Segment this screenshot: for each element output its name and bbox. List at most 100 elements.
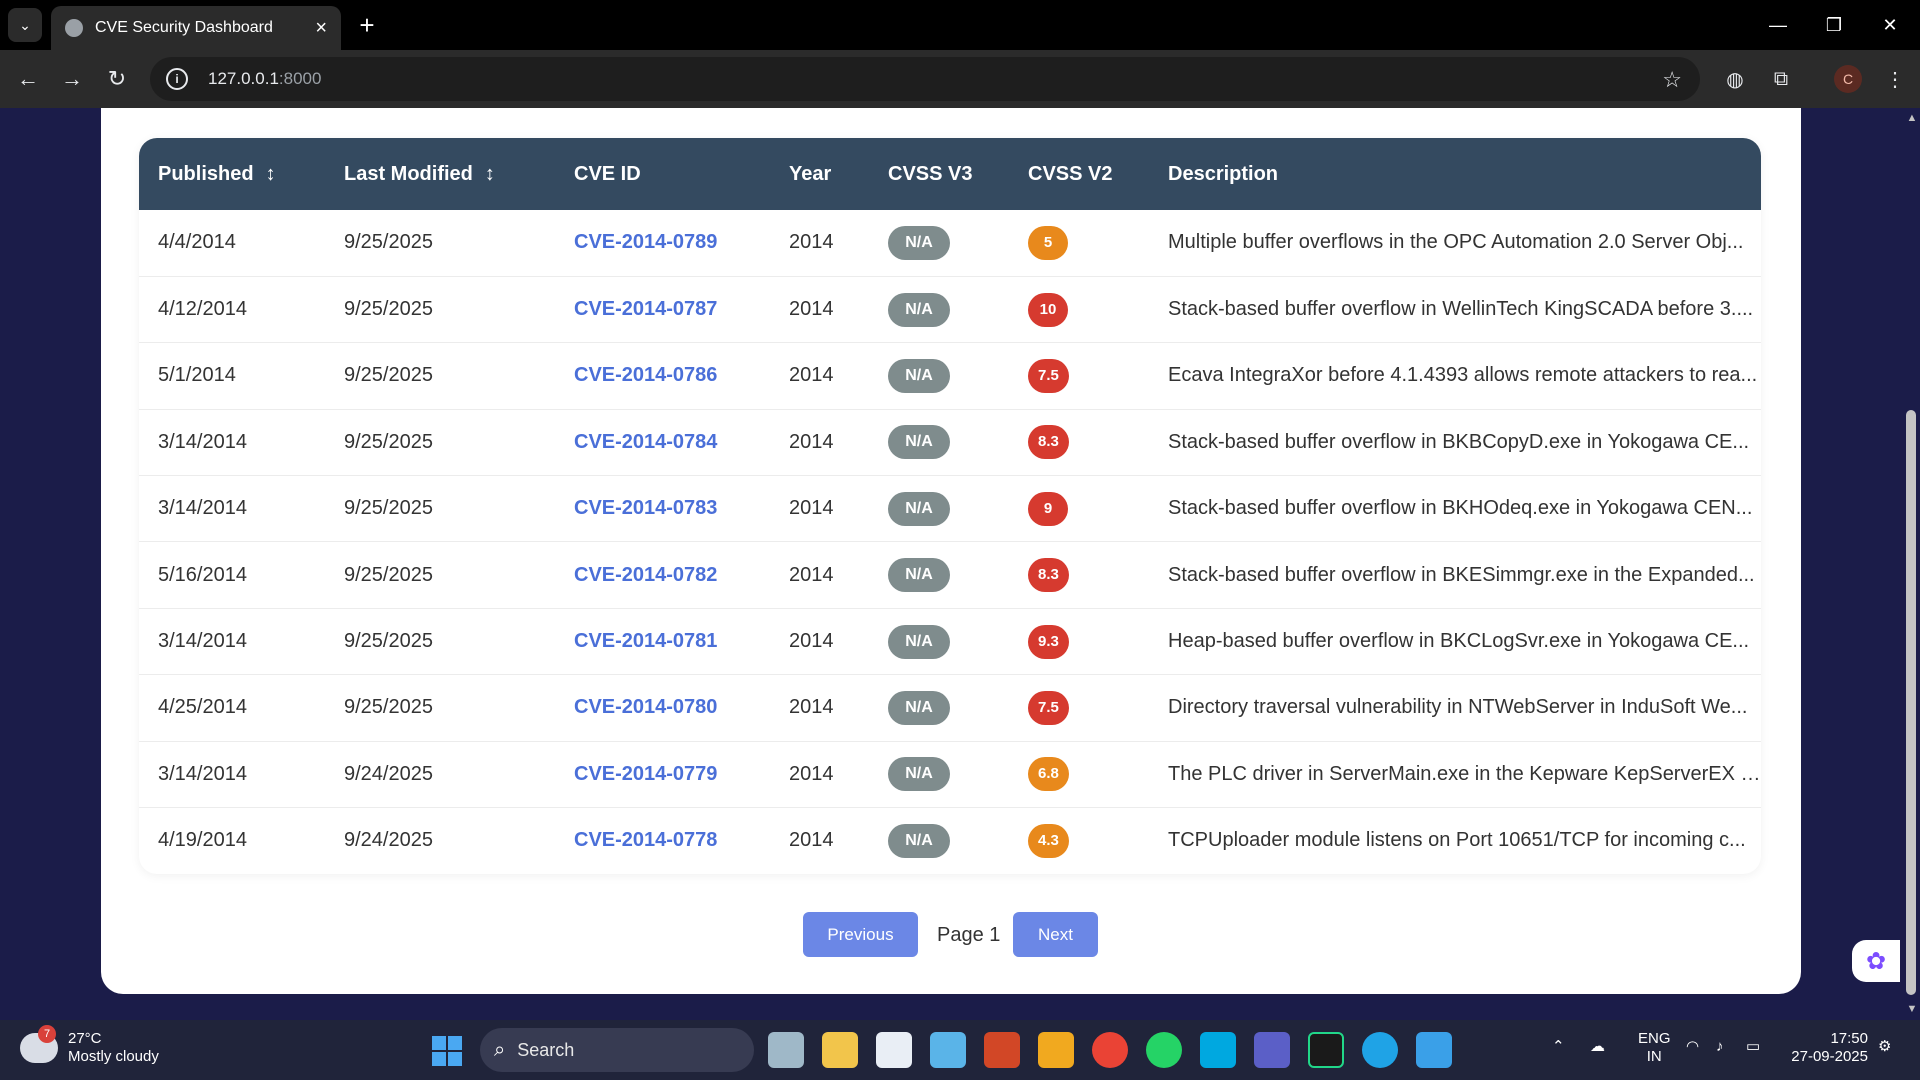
globe-icon[interactable]: ◍	[1720, 64, 1750, 94]
browser-toolbar: ← → ↻ i 127.0.0.1 :8000 ☆ ◍ ⧉ ⋮	[0, 50, 1920, 108]
cvss-v2-badge: 8.3	[1028, 558, 1069, 593]
scroll-up-icon[interactable]: ▲	[1905, 112, 1919, 126]
modified-cell: 9/25/2025	[344, 430, 433, 453]
window-close-icon[interactable]: ✕	[1862, 0, 1918, 50]
next-button[interactable]: Next	[1013, 912, 1098, 957]
cve-id-link[interactable]: CVE-2014-0786	[555, 343, 770, 409]
cvss-v2-cell: 10	[1009, 276, 1149, 342]
description-cell: Stack-based buffer overflow in BKESimmgr…	[1168, 563, 1755, 586]
notepad-icon[interactable]	[1416, 1032, 1452, 1068]
info-icon[interactable]: i	[166, 68, 188, 90]
page-indicator: Page 1	[937, 924, 1001, 946]
cve-id-link[interactable]: CVE-2014-0781	[555, 608, 770, 674]
table-body: 4/4/2014 9/25/2025 CVE-2014-0789 2014 N/A 5 Mu…	[139, 210, 1761, 874]
col-year: Year	[789, 162, 832, 185]
store-icon[interactable]	[876, 1032, 912, 1068]
modified-cell: 9/25/2025	[344, 696, 433, 719]
year-cell: 2014	[789, 430, 834, 453]
cvss-v2-cell: 8.3	[1009, 409, 1149, 475]
battery-icon[interactable]: ▭	[1746, 1038, 1760, 1056]
table-row: 3/14/2014 9/24/2025 CVE-2014-0779 2014 N/A 6.…	[139, 741, 1761, 808]
table-row: 3/14/2014 9/25/2025 CVE-2014-0783 2014 N/A 9 S…	[139, 476, 1761, 542]
sort-icon[interactable]: ↕	[266, 163, 276, 185]
published-cell: 3/14/2014	[158, 630, 247, 653]
arrow-left-icon[interactable]: ←	[12, 63, 44, 95]
reload-icon[interactable]: ↻	[101, 63, 133, 95]
weather-widget[interactable]: 7 27°C Mostly cloudy	[20, 1025, 159, 1066]
table-header-row: Published ↕ Last Modified ↕ CVE ID Year CV…	[139, 138, 1761, 210]
canva-icon[interactable]	[1200, 1032, 1236, 1068]
plus-icon[interactable]: +	[352, 10, 382, 40]
more-vert-icon[interactable]: ⋮	[1880, 64, 1910, 94]
minimize-icon[interactable]: —	[1750, 0, 1806, 50]
notifications-icon[interactable]: ⚙	[1878, 1038, 1891, 1056]
cve-id-link[interactable]: CVE-2014-0780	[555, 675, 770, 741]
cve-table: Published ↕ Last Modified ↕ CVE ID Year CV…	[139, 138, 1761, 874]
medal-icon[interactable]	[1038, 1032, 1074, 1068]
puzzle-icon[interactable]: ⧉	[1766, 64, 1796, 94]
previous-button[interactable]: Previous	[803, 912, 918, 957]
cvss-v3-badge: N/A	[888, 292, 950, 327]
avatar[interactable]: C	[1834, 65, 1862, 93]
modified-cell: 9/25/2025	[344, 563, 433, 586]
published-cell: 5/16/2014	[158, 563, 247, 586]
onedrive-icon[interactable]: ☁	[1590, 1038, 1605, 1056]
pycharm-icon[interactable]	[1308, 1032, 1344, 1068]
weather-temp: 27°C	[68, 1030, 102, 1047]
cloud-icon: 7	[20, 1025, 58, 1063]
clock[interactable]: 17:50 27-09-2025	[1784, 1030, 1868, 1066]
pagination: Previous Page 1 Next	[0, 912, 1920, 960]
table-row: 5/1/2014 9/25/2025 CVE-2014-0786 2014 N/A 7.5…	[139, 343, 1761, 410]
year-cell: 2014	[789, 829, 834, 852]
cvss-v3-cell: N/A	[869, 210, 1009, 276]
cvss-v2-badge: 6.8	[1028, 757, 1069, 792]
m365-icon[interactable]	[930, 1032, 966, 1068]
cve-id-link[interactable]: CVE-2014-0783	[555, 476, 770, 542]
scroll-down-icon[interactable]: ▼	[1905, 1003, 1919, 1017]
col-last-modified[interactable]: Last Modified ↕	[325, 138, 555, 210]
published-cell: 4/12/2014	[158, 298, 247, 321]
file-explorer-icon[interactable]	[822, 1032, 858, 1068]
col-description: Description	[1168, 162, 1279, 185]
chevron-down-icon[interactable]: ⌄	[8, 8, 42, 42]
cvss-v3-badge: N/A	[888, 225, 950, 260]
star-icon[interactable]: ☆	[1662, 67, 1682, 93]
powerpoint-icon[interactable]	[984, 1032, 1020, 1068]
browser-tab[interactable]: CVE Security Dashboard ×	[51, 6, 341, 50]
wifi-icon[interactable]: ◠	[1686, 1038, 1699, 1056]
edge-icon[interactable]	[1362, 1032, 1398, 1068]
cve-id-link[interactable]: CVE-2014-0778	[555, 808, 770, 874]
task-view-icon[interactable]	[768, 1032, 804, 1068]
weather-badge: 7	[38, 1025, 56, 1043]
windows-taskbar: 7 27°C Mostly cloudy ⌕ Search ⌃ ☁ ENG IN…	[0, 1020, 1920, 1080]
restore-icon[interactable]: ❐	[1806, 0, 1862, 50]
col-published[interactable]: Published ↕	[139, 138, 325, 210]
cvss-v3-cell: N/A	[869, 276, 1009, 342]
cvss-v3-badge: N/A	[888, 757, 950, 792]
address-bar[interactable]: i 127.0.0.1 :8000 ☆	[150, 57, 1700, 101]
cve-id-link[interactable]: CVE-2014-0789	[555, 210, 770, 276]
sort-icon[interactable]: ↕	[485, 163, 495, 185]
modified-cell: 9/25/2025	[344, 364, 433, 387]
teams-icon[interactable]	[1254, 1032, 1290, 1068]
scrollbar-thumb[interactable]	[1906, 410, 1916, 995]
cvss-v3-cell: N/A	[869, 409, 1009, 475]
cve-id-link[interactable]: CVE-2014-0779	[555, 741, 770, 807]
cve-id-link[interactable]: CVE-2014-0782	[555, 542, 770, 608]
cvss-v2-badge: 9	[1028, 491, 1068, 526]
cvss-v3-badge: N/A	[888, 558, 950, 593]
cvss-v2-badge: 4.3	[1028, 823, 1069, 858]
taskbar-search[interactable]: ⌕ Search	[480, 1028, 754, 1072]
whatsapp-icon[interactable]	[1146, 1032, 1182, 1068]
volume-icon[interactable]: ♪	[1716, 1038, 1724, 1056]
chevron-up-icon[interactable]: ⌃	[1552, 1038, 1565, 1056]
modified-cell: 9/24/2025	[344, 829, 433, 852]
language-indicator[interactable]: ENG IN	[1638, 1030, 1671, 1066]
cvss-v2-cell: 4.3	[1009, 808, 1149, 874]
chrome-icon[interactable]	[1092, 1032, 1128, 1068]
windows-start-icon[interactable]	[432, 1036, 462, 1066]
arrow-right-icon[interactable]: →	[56, 63, 88, 95]
close-icon[interactable]: ×	[315, 17, 327, 40]
cve-id-link[interactable]: CVE-2014-0787	[555, 276, 770, 342]
cve-id-link[interactable]: CVE-2014-0784	[555, 409, 770, 475]
